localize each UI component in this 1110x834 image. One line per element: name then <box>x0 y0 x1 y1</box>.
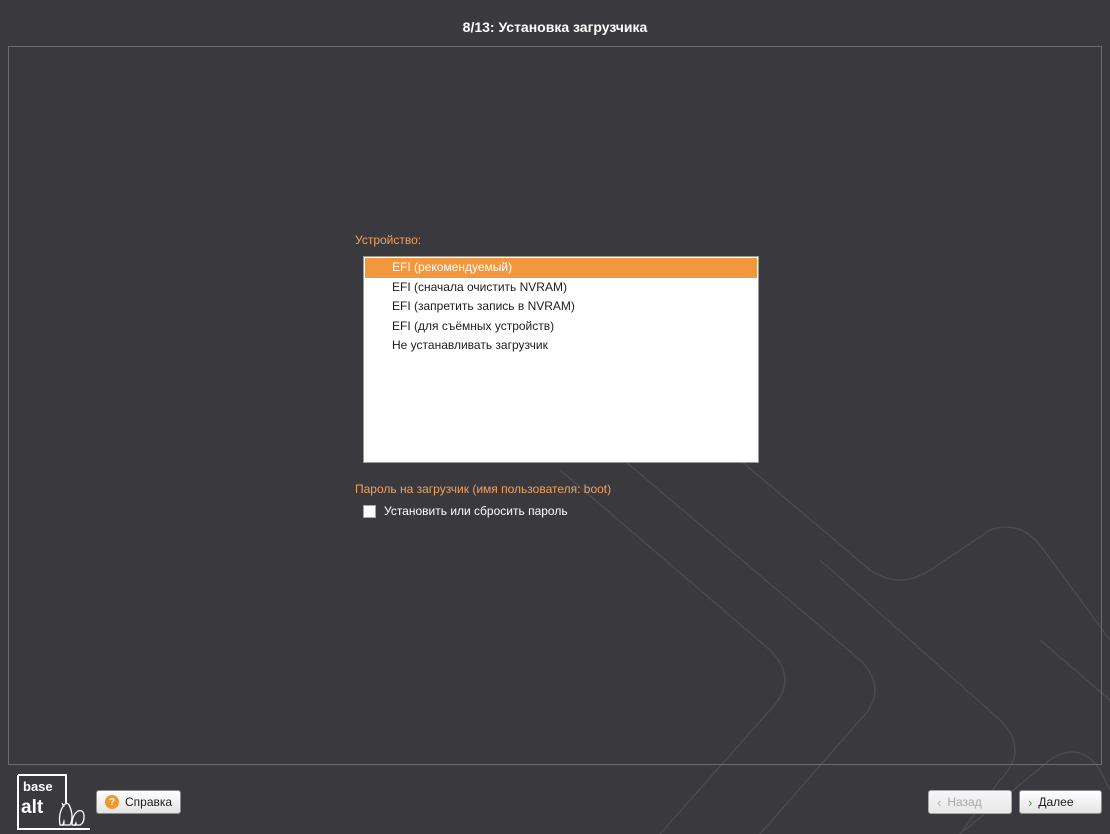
logo-text-base: base <box>23 779 53 794</box>
device-list[interactable]: EFI (рекомендуемый) EFI (сначала очистит… <box>363 256 759 463</box>
help-button-label: Справка <box>125 795 173 809</box>
list-item-efi-clear-nvram[interactable]: EFI (сначала очистить NVRAM) <box>365 278 757 298</box>
chevron-right-icon: › <box>1028 794 1033 810</box>
set-password-label[interactable]: Установить или сбросить пароль <box>384 504 568 518</box>
password-label: Пароль на загрузчик (имя пользователя: b… <box>355 482 612 496</box>
set-password-option[interactable]: Установить или сбросить пароль <box>363 504 568 518</box>
device-label: Устройство: <box>355 233 422 247</box>
back-button[interactable]: ‹ Назад <box>928 790 1012 814</box>
basealt-logo: base alt <box>17 774 90 830</box>
help-circle-icon: ? <box>105 795 119 809</box>
list-item-efi-no-nvram-write[interactable]: EFI (запретить запись в NVRAM) <box>365 297 757 317</box>
list-item-efi-recommended[interactable]: EFI (рекомендуемый) <box>365 258 757 278</box>
next-button[interactable]: › Далее <box>1019 790 1102 814</box>
help-button[interactable]: ? Справка <box>96 790 182 814</box>
next-button-label: Далее <box>1038 795 1074 809</box>
list-item-no-bootloader[interactable]: Не устанавливать загрузчик <box>365 336 757 356</box>
logo-text-alt: alt <box>21 797 44 818</box>
back-button-label: Назад <box>947 795 982 809</box>
installer-screen: 8/13: Установка загрузчика Устройство: E… <box>0 0 1110 834</box>
penguins-icon <box>58 802 85 826</box>
list-item-efi-removable[interactable]: EFI (для съёмных устройств) <box>365 317 757 337</box>
set-password-checkbox[interactable] <box>363 504 376 518</box>
window-title-text: 8/13: Установка загрузчика <box>462 19 648 35</box>
window-title: 8/13: Установка загрузчика <box>8 8 1102 47</box>
chevron-left-icon: ‹ <box>937 794 942 810</box>
